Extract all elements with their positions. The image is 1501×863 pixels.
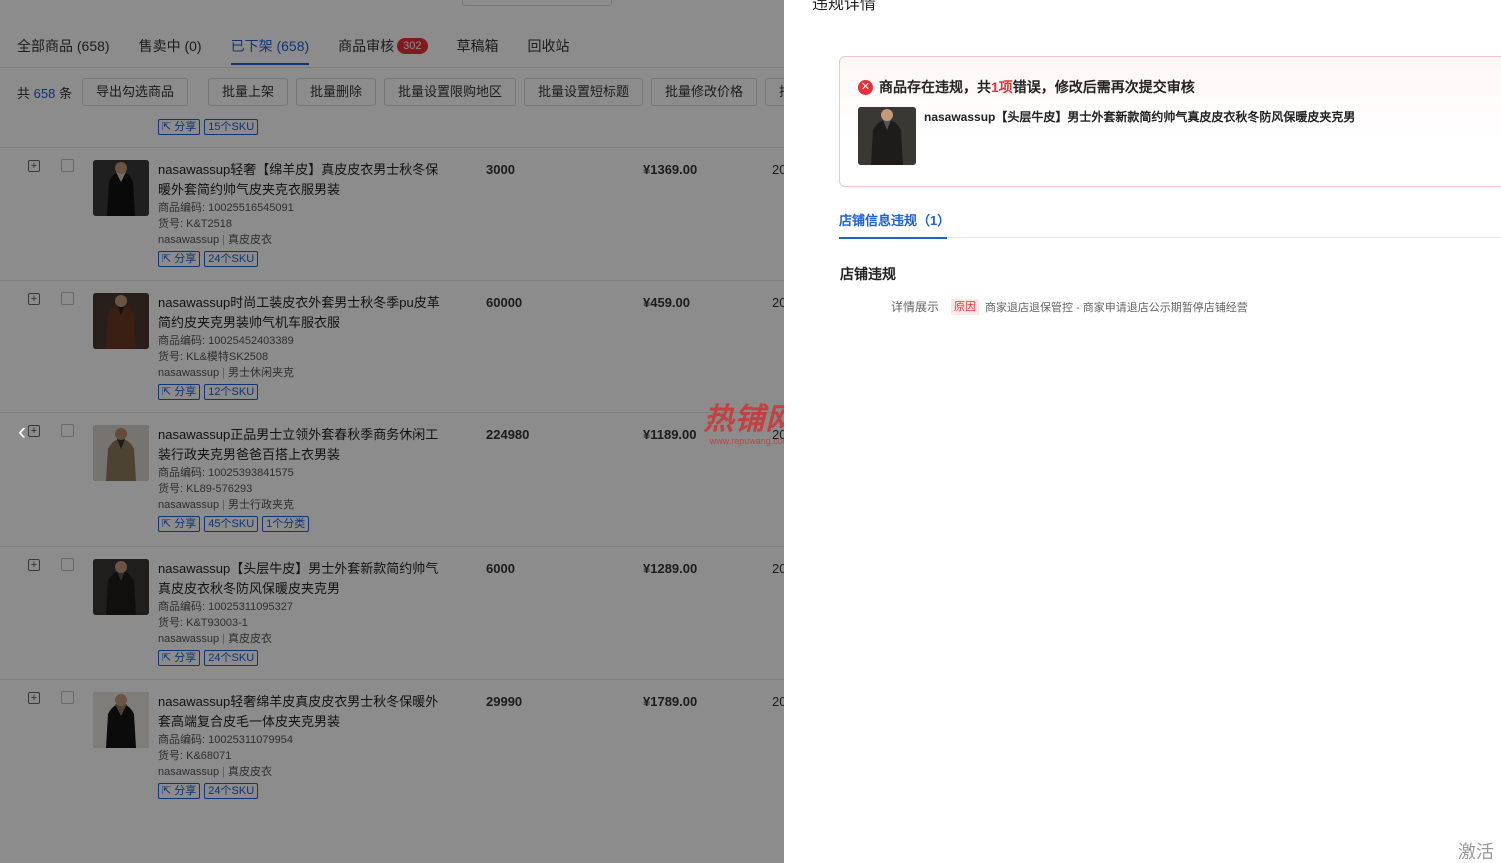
alert-product-title: nasawassup【头层牛皮】男士外套新款简约帅气真皮皮衣秋冬防风保暖皮夹克男 [924, 110, 1356, 124]
violation-tabs: 店铺信息违规（1） [839, 200, 1501, 239]
watermark-logo: 热铺网 www.repuwang.com [703, 403, 785, 447]
alert-product: nasawassup【头层牛皮】男士外套新款简约帅气真皮皮衣秋冬防风保暖皮夹克男 [858, 107, 1355, 165]
activate-watermark: 激活 [1458, 842, 1494, 862]
violation-alert: ✕ 商品存在违规，共 1项 错误，修改后需再次提交审核 nasawassup【头层牛… [839, 56, 1501, 187]
section-title: 店铺违规 [840, 266, 896, 282]
alert-heading: ✕ 商品存在违规，共 1项 错误，修改后需再次提交审核 [858, 77, 1195, 97]
detail-label: 详情展示 [891, 300, 940, 314]
drawer-title: 违规详情 [812, 0, 877, 13]
chevron-left-icon[interactable]: ‹ [18, 420, 26, 444]
error-count: 1项 [991, 79, 1013, 95]
error-icon: ✕ [858, 79, 873, 95]
reason-tag: 原因 [951, 298, 980, 315]
violation-detail: 详情展示 原因 商家退店退保管控 - 商家申请退店公示期暂停店铺经营 [891, 298, 1248, 315]
detail-text: 商家退店退保管控 - 商家申请退店公示期暂停店铺经营 [985, 301, 1248, 314]
modal-mask[interactable] [0, 0, 784, 863]
product-list-panel: 全部商品 (658) 售卖中 (0) 已下架 (658) 商品审核 302 草稿箱… [0, 0, 784, 863]
violation-detail-drawer: 违规详情 ✕ 商品存在违规，共 1项 错误，修改后需再次提交审核 nasawassu… [784, 0, 1501, 863]
tab-shop-info-violation[interactable]: 店铺信息违规（1） [839, 210, 950, 239]
product-thumbnail [858, 107, 916, 165]
